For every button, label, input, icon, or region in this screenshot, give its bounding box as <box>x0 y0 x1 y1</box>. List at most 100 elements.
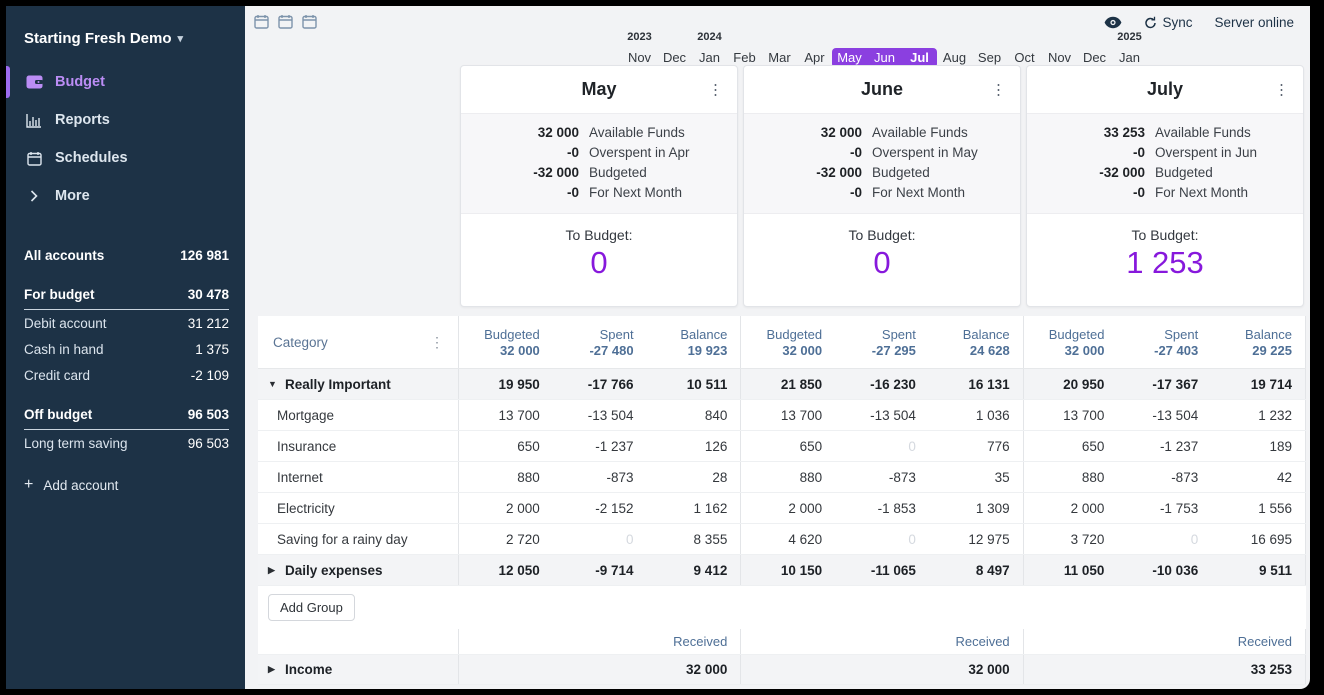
category-name-cell[interactable]: Insurance <box>258 431 458 461</box>
cell-budgeted[interactable]: 13 700 <box>459 400 553 430</box>
column-header-balance[interactable]: Balance29 225 <box>1211 316 1305 368</box>
sidebar-item-budget[interactable]: Budget <box>6 63 245 101</box>
three-month-view-button[interactable] <box>301 14 318 29</box>
month-menu-button[interactable]: ⋮ <box>708 82 723 97</box>
cell-budgeted[interactable]: 880 <box>741 462 835 492</box>
cell-budgeted[interactable]: 4 620 <box>741 524 835 554</box>
month-menu-button[interactable]: ⋮ <box>991 82 1006 97</box>
expand-icon[interactable]: ▶ <box>268 565 278 576</box>
cell-balance[interactable]: 8 497 <box>929 555 1023 585</box>
column-header-spent[interactable]: Spent-27 403 <box>1117 316 1211 368</box>
cell-balance[interactable]: 16 695 <box>1211 524 1305 554</box>
cell-spent[interactable]: -10 036 <box>1117 555 1211 585</box>
cell-spent[interactable]: -13 504 <box>835 400 929 430</box>
cell-balance[interactable]: 776 <box>929 431 1023 461</box>
cell-spent[interactable]: -13 504 <box>1117 400 1211 430</box>
cell-spent[interactable]: -873 <box>835 462 929 492</box>
group-row-daily-expenses[interactable]: ▶Daily expenses12 050-9 7149 41210 150-1… <box>258 555 1306 586</box>
cell-balance[interactable]: 1 309 <box>929 493 1023 523</box>
add-account-button[interactable]: + Add account <box>24 476 245 494</box>
cell-balance[interactable]: 9 511 <box>1211 555 1305 585</box>
group-name-cell[interactable]: ▼Really Important <box>258 369 458 399</box>
server-status[interactable]: Server online <box>1214 15 1294 30</box>
account-row[interactable]: Long term saving96 503 <box>24 430 229 456</box>
account-row[interactable]: Credit card-2 109 <box>24 362 229 388</box>
column-header-budgeted[interactable]: Budgeted32 000 <box>1024 316 1118 368</box>
account-row[interactable]: For budget30 478 <box>24 282 229 310</box>
privacy-toggle-button[interactable] <box>1104 16 1122 29</box>
column-header-balance[interactable]: Balance19 923 <box>647 316 741 368</box>
cell-spent[interactable]: 0 <box>553 524 647 554</box>
category-name-cell[interactable]: Saving for a rainy day <box>258 524 458 554</box>
cell-budgeted[interactable]: 2 000 <box>741 493 835 523</box>
cell-received[interactable]: 32 000 <box>929 655 1023 684</box>
expand-icon[interactable]: ▶ <box>268 664 278 675</box>
cell-budgeted[interactable]: 2 000 <box>459 493 553 523</box>
cell-balance[interactable]: 10 511 <box>647 369 741 399</box>
column-header-spent[interactable]: Spent-27 480 <box>553 316 647 368</box>
cell-budgeted[interactable]: 19 950 <box>459 369 553 399</box>
category-row-insurance[interactable]: Insurance650-1 2371266500776650-1 237189 <box>258 431 1306 462</box>
cell-budgeted[interactable]: 13 700 <box>1024 400 1118 430</box>
sync-button[interactable]: Sync <box>1144 15 1192 30</box>
sidebar-item-more[interactable]: More <box>6 177 245 215</box>
cell-balance[interactable]: 1 232 <box>1211 400 1305 430</box>
cell-balance[interactable]: 1 036 <box>929 400 1023 430</box>
one-month-view-button[interactable] <box>253 14 270 29</box>
cell-balance[interactable]: 126 <box>647 431 741 461</box>
category-name-cell[interactable]: Internet <box>258 462 458 492</box>
cell-budgeted[interactable]: 20 950 <box>1024 369 1118 399</box>
cell-balance[interactable]: 1 556 <box>1211 493 1305 523</box>
cell-budgeted[interactable]: 3 720 <box>1024 524 1118 554</box>
collapse-icon[interactable]: ▼ <box>268 379 278 389</box>
cell-budgeted[interactable]: 21 850 <box>741 369 835 399</box>
cell-budgeted[interactable]: 880 <box>1024 462 1118 492</box>
cell-balance[interactable]: 9 412 <box>647 555 741 585</box>
cell-received[interactable]: 32 000 <box>647 655 741 684</box>
to-budget-value[interactable]: 0 <box>461 245 737 281</box>
column-header-balance[interactable]: Balance24 628 <box>929 316 1023 368</box>
cell-budgeted[interactable]: 12 050 <box>459 555 553 585</box>
category-name-cell[interactable]: Mortgage <box>258 400 458 430</box>
group-name-cell[interactable]: ▶Daily expenses <box>258 555 458 585</box>
account-row[interactable]: Debit account31 212 <box>24 310 229 336</box>
cell-spent[interactable]: -13 504 <box>553 400 647 430</box>
cell-spent[interactable]: 0 <box>1117 524 1211 554</box>
sidebar-item-reports[interactable]: Reports <box>6 101 245 139</box>
to-budget-value[interactable]: 1 253 <box>1027 245 1303 281</box>
category-row-internet[interactable]: Internet880-87328880-87335880-87342 <box>258 462 1306 493</box>
category-row-mortgage[interactable]: Mortgage13 700-13 50484013 700-13 5041 0… <box>258 400 1306 431</box>
cell-balance[interactable]: 189 <box>1211 431 1305 461</box>
add-group-button[interactable]: Add Group <box>268 594 355 621</box>
cell-balance[interactable]: 840 <box>647 400 741 430</box>
group-row-income[interactable]: ▶Income 32 000 32 000 33 253 <box>258 655 1306 685</box>
cell-received[interactable]: 33 253 <box>1211 655 1305 684</box>
cell-spent[interactable]: -1 853 <box>835 493 929 523</box>
to-budget-value[interactable]: 0 <box>744 245 1020 281</box>
sidebar-item-schedules[interactable]: Schedules <box>6 139 245 177</box>
cell-spent[interactable]: -2 152 <box>553 493 647 523</box>
cell-budgeted[interactable]: 13 700 <box>741 400 835 430</box>
cell-budgeted[interactable]: 650 <box>1024 431 1118 461</box>
cell-budgeted[interactable]: 11 050 <box>1024 555 1118 585</box>
column-header-spent[interactable]: Spent-27 295 <box>835 316 929 368</box>
cell-balance[interactable]: 12 975 <box>929 524 1023 554</box>
cell-spent[interactable]: -873 <box>553 462 647 492</box>
cell-spent[interactable]: -1 237 <box>1117 431 1211 461</box>
category-row-electricity[interactable]: Electricity2 000-2 1521 1622 000-1 8531 … <box>258 493 1306 524</box>
category-menu-button[interactable]: ⋮ <box>430 334 444 351</box>
cell-balance[interactable]: 19 714 <box>1211 369 1305 399</box>
cell-budgeted[interactable]: 650 <box>459 431 553 461</box>
cell-spent[interactable]: -9 714 <box>553 555 647 585</box>
account-row[interactable]: Cash in hand1 375 <box>24 336 229 362</box>
budget-file-switcher[interactable]: Starting Fresh Demo ▾ <box>6 6 245 63</box>
category-row-saving-for-a-rainy-day[interactable]: Saving for a rainy day2 72008 3554 62001… <box>258 524 1306 555</box>
cell-balance[interactable]: 35 <box>929 462 1023 492</box>
account-row[interactable]: All accounts126 981 <box>24 243 229 268</box>
cell-budgeted[interactable]: 2 000 <box>1024 493 1118 523</box>
cell-spent[interactable]: -1 753 <box>1117 493 1211 523</box>
cell-budgeted[interactable]: 880 <box>459 462 553 492</box>
group-row-really-important[interactable]: ▼Really Important19 950-17 76610 51121 8… <box>258 369 1306 400</box>
month-menu-button[interactable]: ⋮ <box>1274 82 1289 97</box>
group-name-cell[interactable]: ▶Income <box>258 655 458 684</box>
